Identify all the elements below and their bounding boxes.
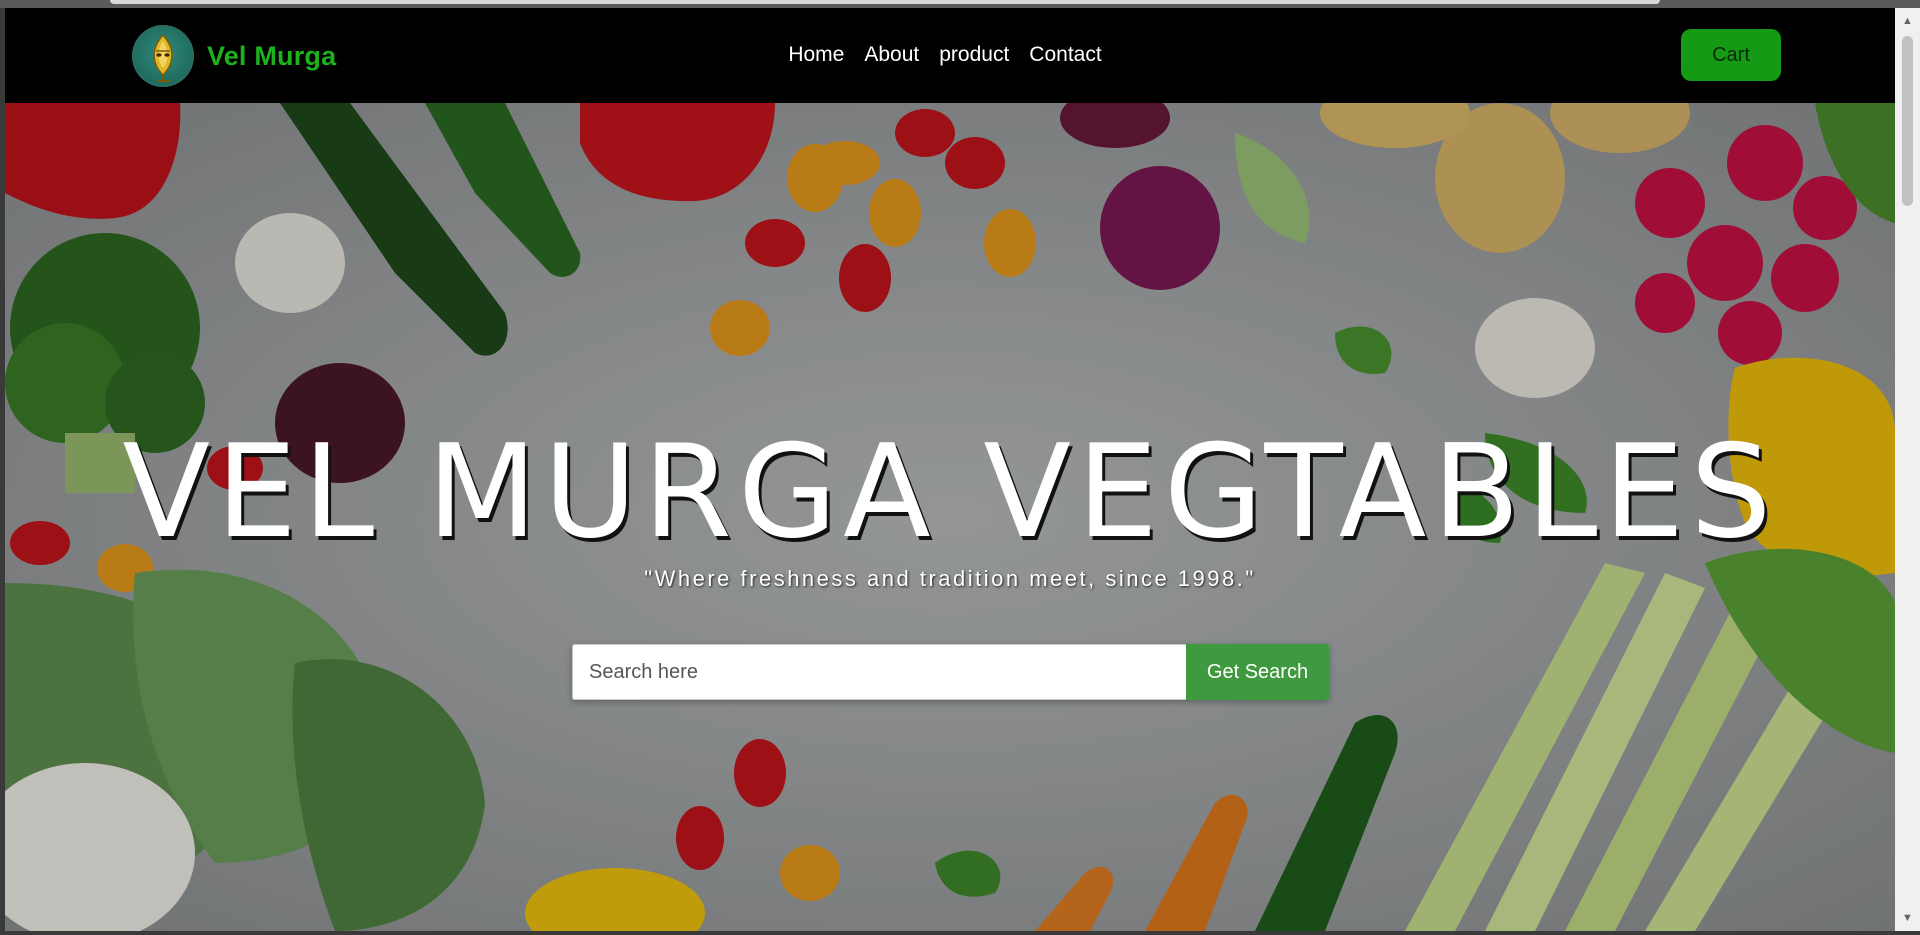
hero-subtitle: "Where freshness and tradition meet, sin… xyxy=(644,566,1256,591)
get-search-button[interactable]: Get Search xyxy=(1186,644,1329,700)
nav-product-link[interactable]: product xyxy=(939,43,1009,67)
scroll-thumb[interactable] xyxy=(1902,36,1913,206)
search-input[interactable] xyxy=(572,644,1186,700)
hero-title: VEL MURGA VEGTABLES xyxy=(122,418,1778,567)
vertical-scrollbar[interactable]: ▲ ▼ xyxy=(1895,8,1920,931)
nav-about-link[interactable]: About xyxy=(864,43,919,67)
scroll-up-arrow-icon[interactable]: ▲ xyxy=(1895,12,1920,30)
nav-contact-link[interactable]: Contact xyxy=(1029,43,1101,67)
page: Vel Murga Home About product Contact Car… xyxy=(5,8,1895,931)
hero-section: VEL MURGA VEGTABLES "Where freshness and… xyxy=(5,103,1895,931)
tab-strip xyxy=(110,0,1660,4)
scroll-down-arrow-icon[interactable]: ▼ xyxy=(1895,909,1920,927)
search-bar: Get Search xyxy=(572,644,1329,700)
browser-top-strip xyxy=(0,0,1920,8)
nav-links: Home About product Contact xyxy=(5,43,1895,67)
nav-home-link[interactable]: Home xyxy=(788,43,844,67)
cart-button[interactable]: Cart xyxy=(1681,29,1781,81)
navbar: Vel Murga Home About product Contact Car… xyxy=(5,8,1895,103)
